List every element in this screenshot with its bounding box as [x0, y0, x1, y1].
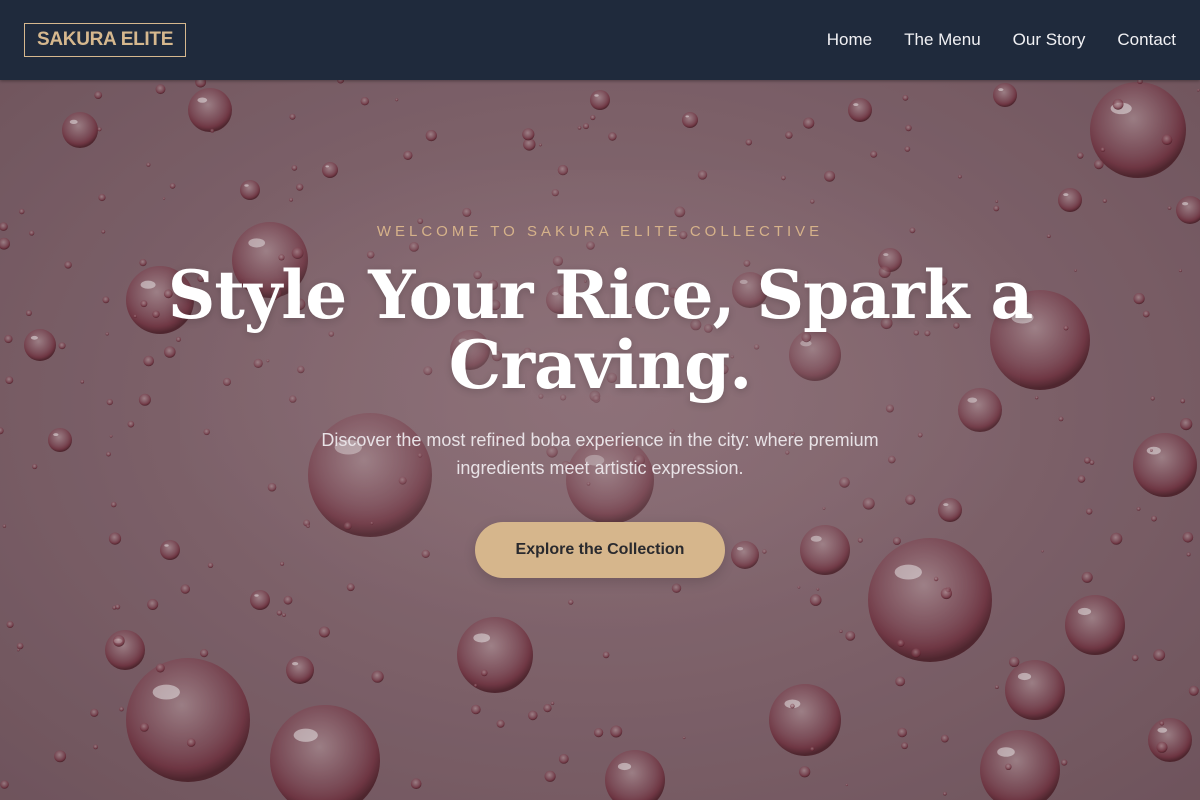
hero-eyebrow: WELCOME TO SAKURA ELITE COLLECTIVE — [376, 223, 824, 240]
nav-link-home[interactable]: Home — [827, 30, 872, 50]
brand-logo[interactable]: SAKURA ELITE — [24, 23, 187, 57]
nav-link-our-story[interactable]: Our Story — [1013, 30, 1086, 50]
nav-link-contact[interactable]: Contact — [1117, 30, 1176, 50]
explore-collection-button[interactable]: Explore the Collection — [475, 522, 725, 578]
top-navbar: SAKURA ELITE Home The Menu Our Story Con… — [0, 0, 1200, 80]
hero-content: WELCOME TO SAKURA ELITE COLLECTIVE Style… — [0, 80, 1200, 800]
hero-section: WELCOME TO SAKURA ELITE COLLECTIVE Style… — [0, 80, 1200, 800]
main-nav: Home The Menu Our Story Contact — [827, 30, 1176, 50]
hero-subtext: Discover the most refined boba experienc… — [321, 430, 879, 478]
nav-link-menu[interactable]: The Menu — [904, 30, 981, 50]
hero-headline: Style Your Rice, Spark a Craving. — [167, 256, 1034, 404]
